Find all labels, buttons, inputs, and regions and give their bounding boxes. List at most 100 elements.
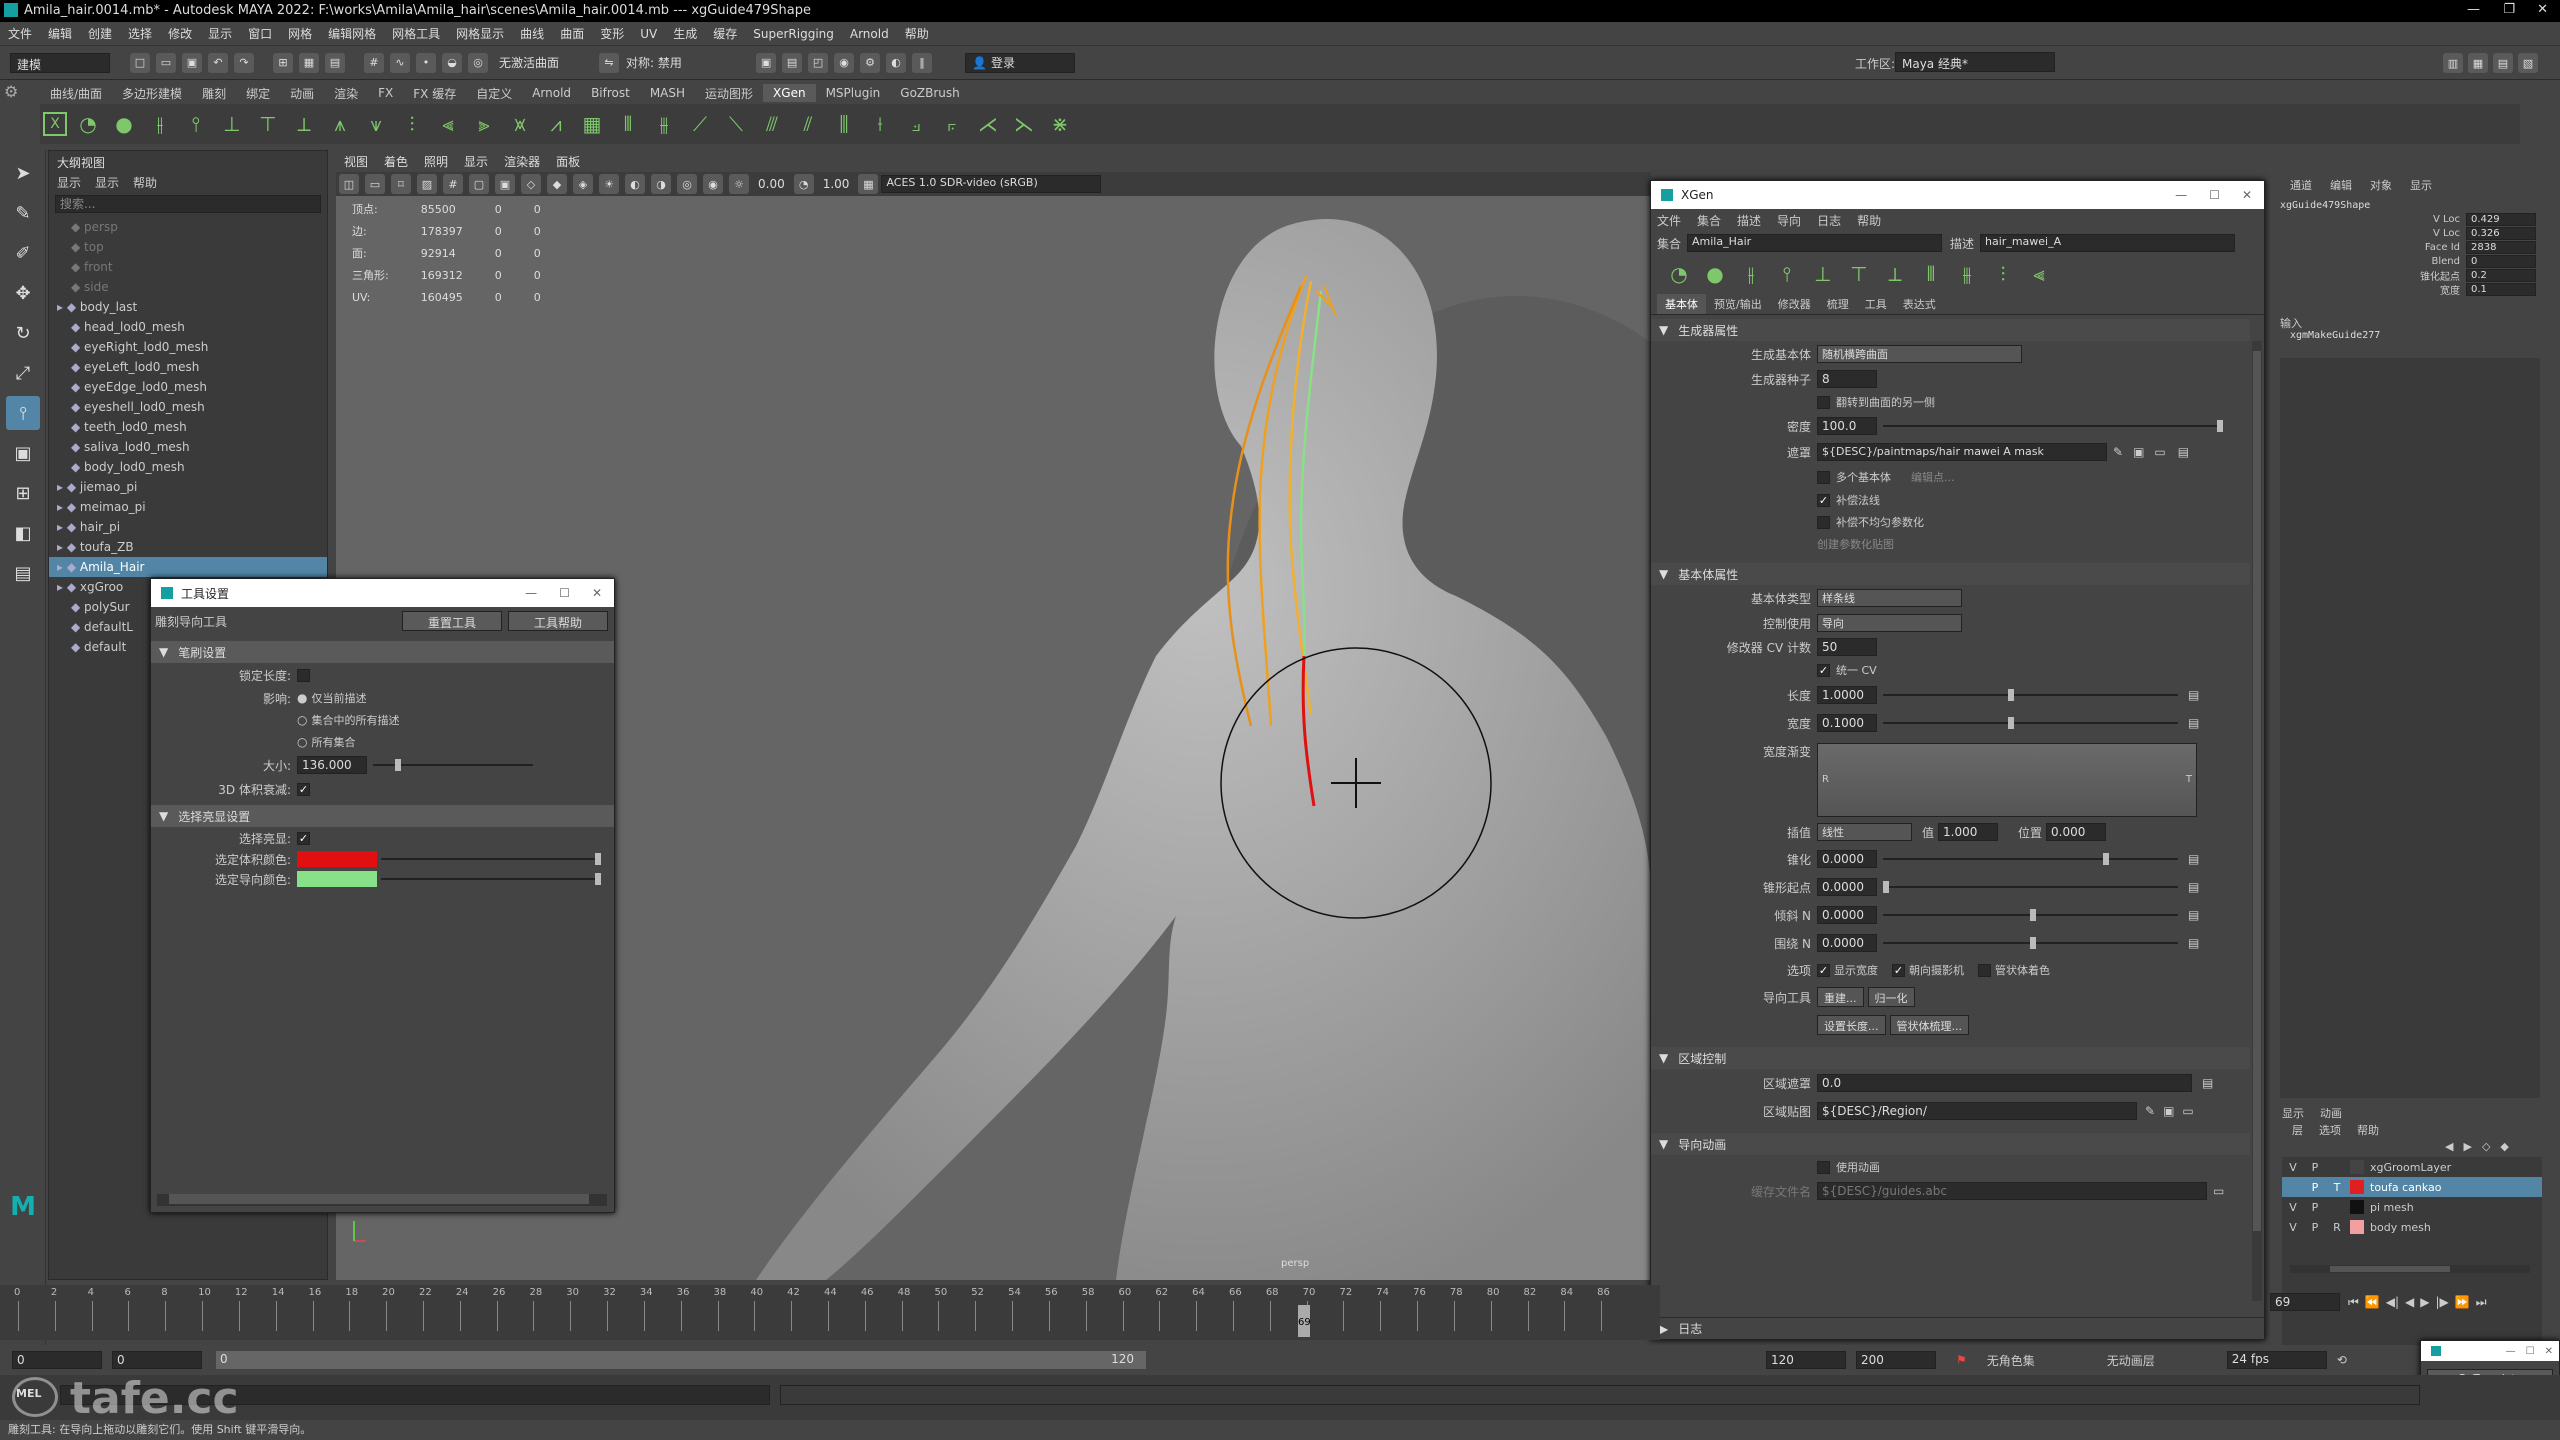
guide-twist-icon[interactable]: ⩙ bbox=[505, 109, 535, 139]
select-tool-icon[interactable]: ➤ bbox=[6, 156, 40, 190]
size-field[interactable]: 136.000 bbox=[297, 756, 367, 774]
sculpt-guide-tool-icon[interactable]: ⫯ bbox=[6, 396, 40, 430]
outliner-item[interactable]: ◆ teeth_lod0_mesh bbox=[49, 417, 327, 437]
viewport-menu-item[interactable]: 显示 bbox=[464, 153, 488, 170]
new-scene-icon[interactable]: □ bbox=[130, 52, 150, 73]
outliner-item[interactable]: ▸ ◆ toufa_ZB bbox=[49, 537, 327, 557]
render-seq-icon[interactable]: ▤ bbox=[782, 52, 803, 73]
guide-shape-icon[interactable]: ⫶ bbox=[1988, 259, 2018, 289]
primitive-section-header[interactable]: ▼ 基本体属性 bbox=[1651, 563, 2250, 585]
menu-item[interactable]: 缓存 bbox=[713, 25, 737, 42]
tilt-slider[interactable] bbox=[1883, 909, 2178, 921]
generator-section-header[interactable]: ▼ 生成器属性 bbox=[1651, 319, 2250, 341]
layer-color-swatch[interactable] bbox=[2350, 1160, 2364, 1174]
single-perspective-icon[interactable]: ▣ bbox=[6, 436, 40, 470]
layer-scrollbar[interactable] bbox=[2290, 1265, 2530, 1273]
expression-icon[interactable]: ▤ bbox=[2188, 880, 2199, 894]
menu-item[interactable]: 编辑网格 bbox=[328, 25, 376, 42]
shelf-tab[interactable]: 渲染 bbox=[324, 83, 368, 104]
resolution-gate-icon[interactable]: ▣ bbox=[495, 174, 515, 194]
snap-grid-icon[interactable]: # bbox=[364, 52, 384, 73]
menu-item[interactable]: 生成 bbox=[673, 25, 697, 42]
xgen-menu-item[interactable]: 集合 bbox=[1697, 212, 1721, 229]
play-icon[interactable]: ▶ bbox=[2420, 1295, 2429, 1309]
four-view-icon[interactable]: ⊞ bbox=[6, 476, 40, 510]
step-forward-icon[interactable]: |▶ bbox=[2436, 1295, 2449, 1309]
save-icon[interactable]: ▣ bbox=[2163, 1104, 2174, 1118]
radio-icon[interactable]: ○ bbox=[297, 713, 307, 727]
xgen-menu-item[interactable]: 描述 bbox=[1737, 212, 1761, 229]
shelf-tab[interactable]: 多边形建模 bbox=[112, 83, 192, 104]
twist-field[interactable]: 0.0000 bbox=[1817, 934, 1877, 952]
guide-bend-icon[interactable]: ⩛ bbox=[361, 109, 391, 139]
display-layer-row[interactable]: P Ttoufa cankao bbox=[2282, 1177, 2542, 1197]
display-layer-row[interactable]: V Ppi mesh bbox=[2282, 1197, 2542, 1217]
groom-length-icon[interactable]: ⟊ bbox=[865, 109, 895, 139]
outliner-item[interactable]: ◆ saliva_lod0_mesh bbox=[49, 437, 327, 457]
unify-cv-checkbox[interactable]: ✓ bbox=[1817, 663, 1830, 677]
channel-box-toggle-icon[interactable]: ▧ bbox=[2518, 53, 2538, 73]
menu-item[interactable]: 曲面 bbox=[560, 25, 584, 42]
close-icon[interactable]: ✕ bbox=[2242, 188, 2252, 202]
layer-color-swatch[interactable] bbox=[2350, 1180, 2364, 1194]
shelf-tab[interactable]: 绑定 bbox=[236, 83, 280, 104]
outliner-menu-item[interactable]: 帮助 bbox=[133, 174, 157, 191]
expression-icon[interactable]: ▤ bbox=[2178, 445, 2189, 459]
layer-toggle-v[interactable]: V bbox=[2282, 1221, 2304, 1234]
control-dropdown[interactable]: 导向 bbox=[1817, 614, 1962, 632]
move-tool-icon[interactable]: ✥ bbox=[6, 276, 40, 310]
affect-option[interactable]: 所有集合 bbox=[311, 734, 355, 750]
redo-icon[interactable]: ↷ bbox=[234, 52, 254, 73]
login-dropdown[interactable]: 👤 登录 bbox=[965, 52, 1076, 73]
guide-length-icon[interactable]: ⫸ bbox=[469, 109, 499, 139]
isolate-icon[interactable]: ◉ bbox=[703, 174, 723, 194]
density-slider[interactable] bbox=[1883, 420, 2223, 432]
guide-curve-icon[interactable]: ⫷ bbox=[2024, 259, 2054, 289]
outliner-item[interactable]: ◆ top bbox=[49, 237, 327, 257]
ramp-left-handle[interactable]: R bbox=[1822, 774, 1829, 785]
outliner-item[interactable]: ◆ eyeLeft_lod0_mesh bbox=[49, 357, 327, 377]
outliner-item[interactable]: ▸ ◆ meimao_pi bbox=[49, 497, 327, 517]
log-section-header[interactable]: ▶ 日志 bbox=[1651, 1317, 2264, 1339]
input-node-name[interactable]: xgmMakeGuide277 bbox=[2290, 330, 2380, 341]
channel-attr-row[interactable]: V Loc 0.429 bbox=[2270, 212, 2550, 226]
layer-menu-item[interactable]: 选项 bbox=[2319, 1122, 2341, 1138]
shelf-tab[interactable]: MASH bbox=[640, 84, 695, 102]
rotate-tool-icon[interactable]: ↻ bbox=[6, 316, 40, 350]
minimize-icon[interactable]: — bbox=[2506, 1346, 2516, 1357]
affect-option[interactable]: 仅当前描述 bbox=[311, 690, 366, 706]
xgen-editor-icon[interactable]: X bbox=[43, 112, 67, 136]
xray-icon[interactable]: ◎ bbox=[677, 174, 697, 194]
xgen-menu-item[interactable]: 日志 bbox=[1817, 212, 1841, 229]
guide-delete-icon[interactable]: ⟂ bbox=[1880, 259, 1910, 289]
colorspace-icon[interactable]: ▦ bbox=[858, 174, 879, 194]
gamma-value[interactable]: 1.00 bbox=[823, 177, 850, 191]
xgen-tab[interactable]: 工具 bbox=[1857, 294, 1895, 314]
playback-end-field[interactable]: 120 bbox=[1766, 1351, 1846, 1369]
layer-toggle-r[interactable]: R bbox=[2326, 1221, 2348, 1234]
layer-toggle-p[interactable]: P bbox=[2304, 1161, 2326, 1174]
layer-toggle-r[interactable]: T bbox=[2326, 1181, 2348, 1194]
cv-count-field[interactable]: 50 bbox=[1817, 638, 1877, 656]
expression-icon[interactable]: ▤ bbox=[2188, 852, 2199, 866]
channel-attr-row[interactable]: V Loc 0.326 bbox=[2270, 226, 2550, 240]
loop-icon[interactable]: ⟲ bbox=[2337, 1353, 2347, 1367]
guide-comb-icon[interactable]: ⩚ bbox=[325, 109, 355, 139]
face-camera-checkbox[interactable]: ✓ bbox=[1892, 963, 1905, 977]
ramp-pos-field[interactable]: 0.000 bbox=[2046, 823, 2107, 841]
gamma-icon[interactable]: ◔ bbox=[793, 174, 814, 194]
channel-attr-row[interactable]: 锥化起点 0.2 bbox=[2270, 268, 2550, 283]
ramp-value-field[interactable]: 1.000 bbox=[1938, 823, 1999, 841]
outliner-item[interactable]: ◆ eyeEdge_lod0_mesh bbox=[49, 377, 327, 397]
show-width-checkbox[interactable]: ✓ bbox=[1817, 963, 1830, 977]
guide-color-slider[interactable] bbox=[381, 873, 601, 885]
anim-layer-dropdown[interactable]: 无动画层 bbox=[2107, 1352, 2217, 1369]
minimize-icon[interactable]: — bbox=[525, 586, 537, 600]
cache-field[interactable]: ${DESC}/guides.abc bbox=[1817, 1182, 2207, 1200]
shelf-tab[interactable]: GoZBrush bbox=[890, 84, 970, 102]
sculpt-guide-icon[interactable]: ⫯ bbox=[181, 109, 211, 139]
multi-checkbox[interactable] bbox=[1817, 470, 1830, 484]
groom-part-icon[interactable]: ⟋ bbox=[685, 109, 715, 139]
outliner-search[interactable]: 搜索... bbox=[55, 195, 321, 213]
ao-icon[interactable]: ◑ bbox=[651, 174, 671, 194]
